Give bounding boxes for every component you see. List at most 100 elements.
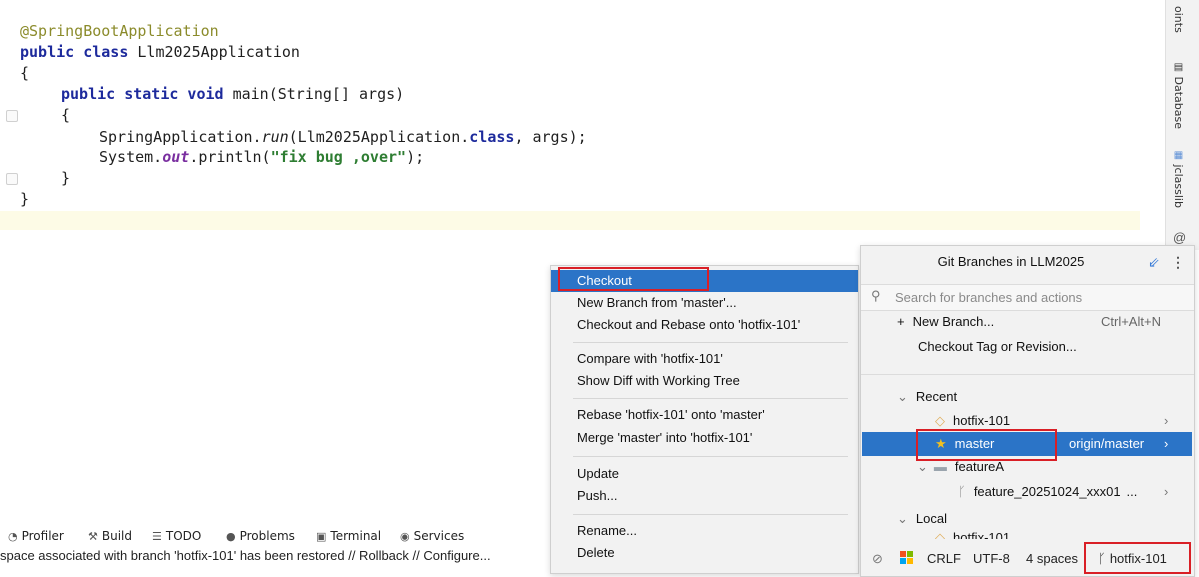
at-icon[interactable]: @	[1173, 230, 1186, 245]
menu-separator	[573, 398, 848, 399]
local-group[interactable]: ⌄ Local	[897, 511, 947, 527]
tool-label: TODO	[165, 529, 202, 543]
code-line-5[interactable]: {	[61, 105, 70, 125]
chevron-down-icon: ⌄	[897, 389, 908, 404]
menu-item-rename[interactable]: Rename...	[551, 520, 858, 542]
status-message[interactable]: space associated with branch 'hotfix-101…	[0, 545, 552, 567]
branch-widget-highlight-box	[1084, 542, 1191, 574]
class-keyword: public class	[20, 43, 138, 61]
menu-item-compare[interactable]: Compare with 'hotfix-101'	[551, 348, 858, 370]
new-branch-shortcut: Ctrl+Alt+N	[1101, 314, 1161, 329]
code-token: );	[406, 148, 425, 166]
new-branch-action[interactable]: + New Branch...	[897, 314, 994, 329]
tag-icon: ◇	[935, 531, 945, 539]
branch-search-field[interactable]: ⚲ Search for branches and actions	[861, 284, 1194, 311]
code-line-7[interactable]: System.out.println("fix bug ,over");	[99, 147, 424, 167]
tool-points-label: oints	[1172, 6, 1185, 33]
tool-window-bar: ◔ Profiler ⚒ Build ☰ TODO ● Problems ▣ Termin…	[0, 525, 552, 547]
code-line-2[interactable]: public class Llm2025Application	[20, 42, 300, 62]
line-separator-widget[interactable]: CRLF	[927, 551, 961, 566]
git-popup-title: Git Branches in LLM2025	[937, 254, 1085, 269]
tool-database[interactable]: ▤ Database	[1172, 62, 1185, 129]
tag-icon: ◇	[935, 413, 945, 428]
code-line-3[interactable]: {	[20, 63, 29, 83]
at-symbol: @	[1173, 230, 1187, 245]
branch-item-hotfix[interactable]: ◇ hotfix-101	[935, 413, 1010, 429]
tool-problems[interactable]: ● Problems	[226, 529, 295, 543]
tool-profiler[interactable]: ◔ Profiler	[8, 529, 64, 543]
menu-item-delete[interactable]: Delete	[551, 542, 858, 564]
class-name: Llm2025Application	[137, 43, 300, 61]
fold-marker[interactable]	[6, 110, 18, 122]
menu-item-merge[interactable]: Merge 'master' into 'hotfix-101'	[551, 427, 858, 449]
search-icon: ⚲	[871, 288, 881, 303]
local-label: Local	[915, 511, 947, 526]
chevron-down-icon: ⌄	[917, 459, 928, 474]
terminal-icon: ▣	[316, 529, 327, 543]
build-icon: ⚒	[88, 529, 98, 543]
tool-build[interactable]: ⚒ Build	[88, 529, 132, 543]
folder-name: featureA	[954, 459, 1005, 474]
indent-widget[interactable]: 4 spaces	[1026, 551, 1078, 566]
branch-item-feature[interactable]: ᚴ feature_20251024_xxx01...	[958, 484, 1137, 499]
menu-item-update[interactable]: Update	[551, 463, 858, 485]
brace: }	[61, 169, 71, 187]
branch-item-local-hotfix[interactable]: ◇ hotfix-101	[935, 531, 1010, 539]
code-token: .println(	[189, 148, 271, 166]
fetch-icon[interactable]: ⇙	[1148, 254, 1160, 271]
branch-name: hotfix-101	[953, 413, 1011, 428]
master-highlight-box	[916, 429, 1057, 461]
code-line-8[interactable]: }	[61, 168, 70, 188]
tool-points[interactable]: oints	[1172, 6, 1185, 33]
checkout-tag-action[interactable]: Checkout Tag or Revision...	[918, 339, 1077, 354]
code-token: , args);	[514, 128, 587, 146]
code-line-9[interactable]: }	[20, 189, 29, 209]
menu-item-push[interactable]: Push...	[551, 485, 858, 507]
chevron-right-icon: ›	[1164, 436, 1169, 451]
code-line-6[interactable]: SpringApplication.run(Llm2025Application…	[99, 127, 587, 147]
checkout-highlight-box	[558, 267, 709, 291]
chevron-right-icon: ›	[1164, 484, 1169, 499]
chevron-right-icon: ›	[1164, 413, 1169, 428]
brace: {	[61, 106, 71, 124]
chevron-down-icon: ⌄	[897, 511, 908, 526]
windows-logo-icon[interactable]	[900, 551, 914, 565]
menu-item-rebase[interactable]: Rebase 'hotfix-101' onto 'master'	[551, 404, 858, 426]
brace: {	[20, 64, 30, 82]
tool-todo[interactable]: ☰ TODO	[152, 529, 201, 543]
tool-jclasslib-label: jclasslib	[1172, 164, 1185, 208]
git-branches-popup: Git Branches in LLM2025 ⇙ ⋮ ⚲ Search for…	[860, 245, 1195, 577]
fold-marker[interactable]	[6, 173, 18, 185]
branch-name: feature_20251024_xxx01	[973, 484, 1121, 499]
menu-item-checkout-rebase[interactable]: Checkout and Rebase onto 'hotfix-101'	[551, 314, 858, 336]
tool-services[interactable]: ◉ Services	[400, 529, 464, 543]
tool-label: Build	[101, 529, 132, 543]
no-sync-icon[interactable]: ⊘	[872, 551, 883, 567]
jclasslib-icon: ▦	[1173, 150, 1184, 161]
services-icon: ◉	[400, 529, 410, 543]
tool-label: Terminal	[330, 529, 382, 543]
tool-label: Problems	[239, 529, 295, 543]
string-literal: "fix bug ,over"	[270, 148, 407, 166]
code-line-1[interactable]: @SpringBootApplication	[20, 21, 219, 41]
code-line-4[interactable]: public static void main(String[] args)	[61, 84, 404, 104]
ellipsis: ...	[1126, 484, 1138, 499]
encoding-widget[interactable]: UTF-8	[973, 551, 1010, 566]
method-keywords: public static void	[61, 85, 233, 103]
database-icon: ▤	[1173, 62, 1184, 73]
menu-separator	[573, 342, 848, 343]
folder-featureA[interactable]: ⌄ ▬ featureA	[917, 459, 1004, 475]
tool-label: Services	[413, 529, 465, 543]
more-options-icon[interactable]: ⋮	[1171, 254, 1185, 271]
folder-icon: ▬	[933, 459, 947, 474]
menu-separator	[573, 456, 848, 457]
menu-item-show-diff[interactable]: Show Diff with Working Tree	[551, 370, 858, 392]
method-signature: main(String[] args)	[232, 85, 405, 103]
code-token: SpringApplication.	[99, 128, 262, 146]
tool-terminal[interactable]: ▣ Terminal	[316, 529, 381, 543]
menu-item-new-branch[interactable]: New Branch from 'master'...	[551, 292, 858, 314]
problems-icon: ●	[226, 529, 236, 543]
status-message-text: space associated with branch 'hotfix-101…	[0, 548, 491, 563]
recent-group[interactable]: ⌄ Recent	[897, 389, 957, 405]
tool-jclasslib[interactable]: ▦ jclasslib	[1172, 150, 1185, 208]
